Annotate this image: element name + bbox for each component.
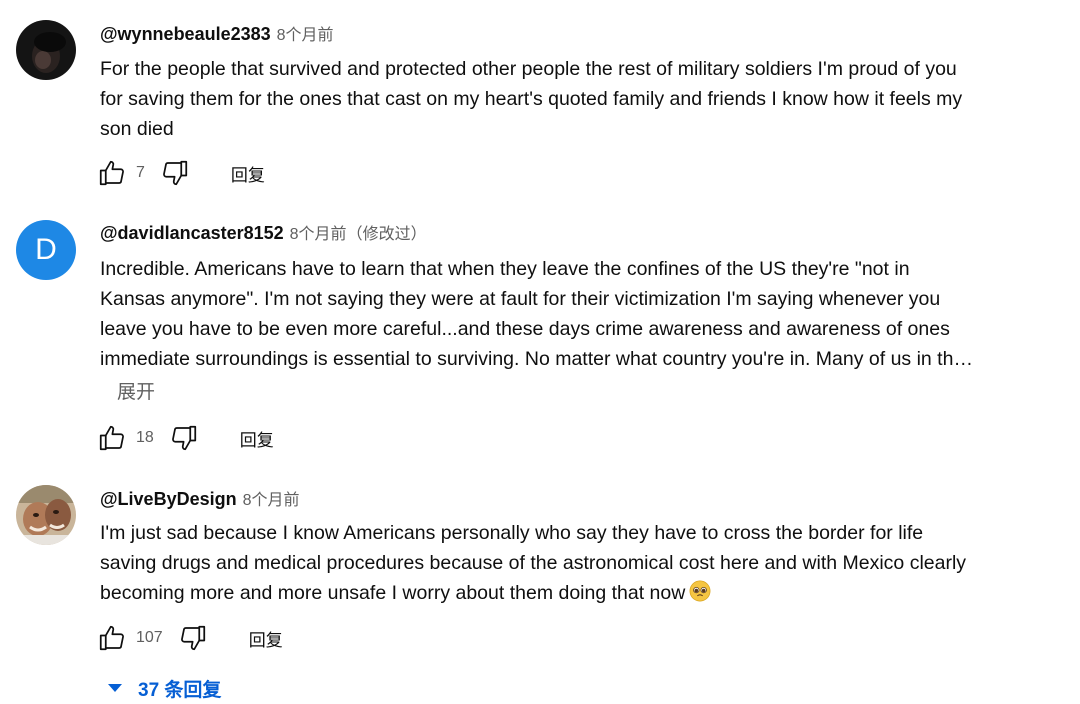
comment-header: @davidlancaster8152 8个月前（修改过）: [100, 220, 427, 246]
timestamp[interactable]: 8个月前: [277, 27, 334, 44]
dislike-button[interactable]: [177, 622, 209, 654]
dislike-button[interactable]: [159, 157, 191, 189]
avatar-image: [16, 20, 76, 80]
comment-text: Incredible. Americans have to learn that…: [100, 254, 1040, 374]
dislike-button[interactable]: [168, 422, 200, 454]
read-more-button[interactable]: 展开: [117, 380, 155, 406]
like-button[interactable]: [96, 157, 128, 189]
thumbs-up-icon: [99, 425, 124, 451]
thumbs-down-icon: [162, 160, 188, 186]
like-count: 18: [136, 429, 154, 446]
like-count: 107: [136, 629, 163, 646]
comment-text: For the people that survived and protect…: [100, 54, 1040, 144]
comment-actions: 7 回复: [96, 157, 265, 189]
reply-button[interactable]: 回复: [249, 626, 283, 651]
comment-line: I'm just sad because I know Americans pe…: [100, 522, 924, 544]
comment-header: @LiveByDesign 8个月前: [100, 486, 300, 512]
replies-count-label: 37 条回复: [138, 679, 222, 701]
like-count: 7: [136, 164, 145, 181]
reply-button[interactable]: 回复: [231, 161, 265, 186]
like-button[interactable]: [96, 622, 128, 654]
avatar[interactable]: D: [16, 220, 76, 280]
timestamp[interactable]: 8个月前: [290, 226, 347, 243]
reply-button[interactable]: 回复: [240, 426, 274, 451]
comment-line: saving drugs and medical procedures beca…: [100, 552, 967, 574]
comment-actions: 107 回复: [96, 622, 283, 654]
pleading-face-emoji-icon: [689, 580, 711, 602]
comment-line-text: becoming more and more unsafe I worry ab…: [100, 582, 686, 604]
comment-text: I'm just sad because I know Americans pe…: [100, 518, 1040, 608]
thumbs-up-icon: [99, 625, 124, 651]
comment-line: leave you have to be even more careful..…: [100, 318, 950, 340]
comment-line: for saving them for the ones that cast o…: [100, 88, 963, 110]
comment-line: Kansas anymore". I'm not saying they wer…: [100, 288, 941, 310]
comment-header: @wynnebeaule2383 8个月前: [100, 21, 334, 47]
thumbs-down-icon: [171, 425, 196, 451]
like-button[interactable]: [96, 422, 128, 454]
comment-line: becoming more and more unsafe I worry ab…: [100, 578, 1040, 608]
comment-actions: 18 回复: [96, 422, 274, 454]
avatar[interactable]: [16, 20, 76, 80]
thumbs-down-icon: [180, 625, 205, 651]
comment-line: immediate surroundings is essential to s…: [100, 348, 973, 370]
caret-down-icon: [108, 684, 122, 692]
comment-line: Incredible. Americans have to learn that…: [100, 258, 910, 280]
author-name[interactable]: @davidlancaster8152: [100, 223, 284, 243]
timestamp[interactable]: 8个月前: [243, 492, 300, 509]
comment-line: For the people that survived and protect…: [100, 58, 957, 80]
author-name[interactable]: @LiveByDesign: [100, 489, 237, 509]
avatar[interactable]: [16, 485, 76, 545]
comment-line: son died: [100, 118, 174, 140]
thumbs-up-icon: [99, 160, 124, 186]
view-replies-button[interactable]: 37 条回复: [108, 674, 221, 702]
edited-label: （修改过）: [346, 226, 427, 243]
avatar-letter: D: [35, 233, 57, 266]
avatar-image: [16, 485, 76, 545]
author-name[interactable]: @wynnebeaule2383: [100, 24, 271, 44]
